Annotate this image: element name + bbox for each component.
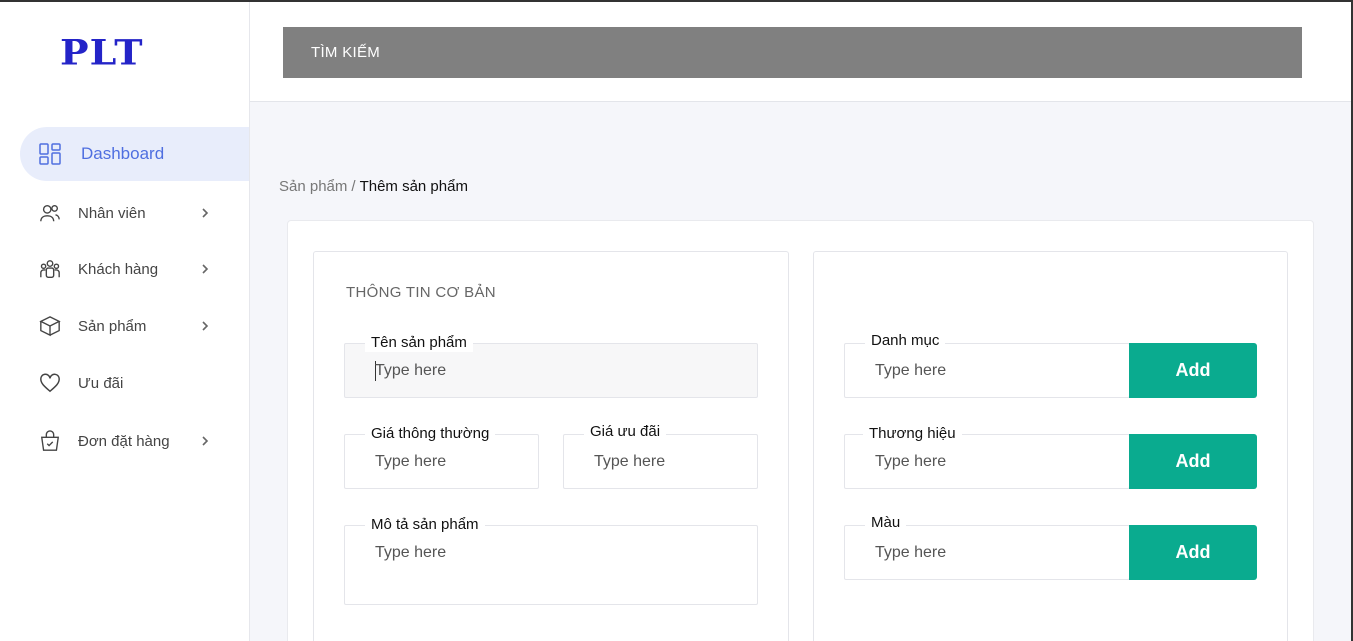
sidebar-item-label: Sản phẩm [78,317,147,335]
customers-icon [38,257,62,281]
product-name-field: Tên sản phẩm [344,334,758,398]
product-name-label: Tên sản phẩm [365,334,473,352]
sidebar-item-khach-hang[interactable]: Khách hàng [20,242,249,296]
sale-price-field: Giá ưu đãi [563,423,758,489]
sidebar-item-label: Nhân viên [78,204,146,222]
regular-price-input[interactable] [375,453,530,471]
breadcrumb-separator: / [351,178,356,195]
brand-label: Thương hiệu [863,425,962,443]
heart-icon [38,371,62,395]
sidebar-item-nhan-vien[interactable]: Nhân viên [20,186,249,240]
add-brand-button[interactable]: Add [1129,434,1257,489]
color-label: Màu [865,514,907,532]
category-field: Danh mục [844,332,1130,398]
section-title: THÔNG TIN CƠ BẢN [346,284,496,301]
description-label: Mô tả sản phẩm [365,516,485,534]
sidebar-item-label: Đơn đặt hàng [78,432,170,450]
brand-logo[interactable]: PLT [60,35,143,70]
grid-icon [38,142,62,166]
sidebar-item-label: Dashboard [81,144,165,163]
breadcrumb-parent[interactable]: Sản phẩm [279,178,347,195]
users-icon [38,201,62,225]
product-name-input[interactable] [375,362,705,380]
sidebar-item-dashboard[interactable]: Dashboard [20,127,249,181]
add-category-button[interactable]: Add [1129,343,1257,398]
category-label: Danh mục [865,332,946,350]
chevron-right-icon [202,436,209,446]
regular-price-label: Giá thông thường [365,425,496,443]
brand-input[interactable] [875,453,1103,471]
add-color-button[interactable]: Add [1129,525,1257,580]
regular-price-field: Giá thông thường [344,425,539,489]
color-field: Màu [844,514,1130,580]
color-input[interactable] [875,544,1103,562]
search-bar[interactable]: TÌM KIẾM [283,27,1302,78]
chevron-right-icon [202,208,209,218]
sidebar-item-label: Ưu đãi [78,374,124,392]
sale-price-input[interactable] [594,453,749,471]
description-input[interactable] [375,544,705,562]
top-header: TÌM KIẾM [250,2,1351,102]
box-icon [38,314,62,338]
basket-icon [38,429,62,453]
sidebar-item-san-pham[interactable]: Sản phẩm [20,299,249,353]
brand-field: Thương hiệu [844,425,1130,489]
breadcrumb-current: Thêm sản phẩm [359,178,468,195]
description-field: Mô tả sản phẩm [344,516,758,605]
sidebar: PLT Dashboard Nhân viên Khách hàng Sản p… [0,2,250,641]
chevron-right-icon [202,321,209,331]
breadcrumb: Sản phẩm / Thêm sản phẩm [279,178,468,195]
chevron-right-icon [202,264,209,274]
category-input[interactable] [875,362,1103,380]
sidebar-item-uu-dai[interactable]: Ưu đãi [20,356,249,410]
sidebar-item-don-dat-hang[interactable]: Đơn đặt hàng [20,414,249,468]
sale-price-label: Giá ưu đãi [584,423,667,441]
sidebar-item-label: Khách hàng [78,260,159,278]
